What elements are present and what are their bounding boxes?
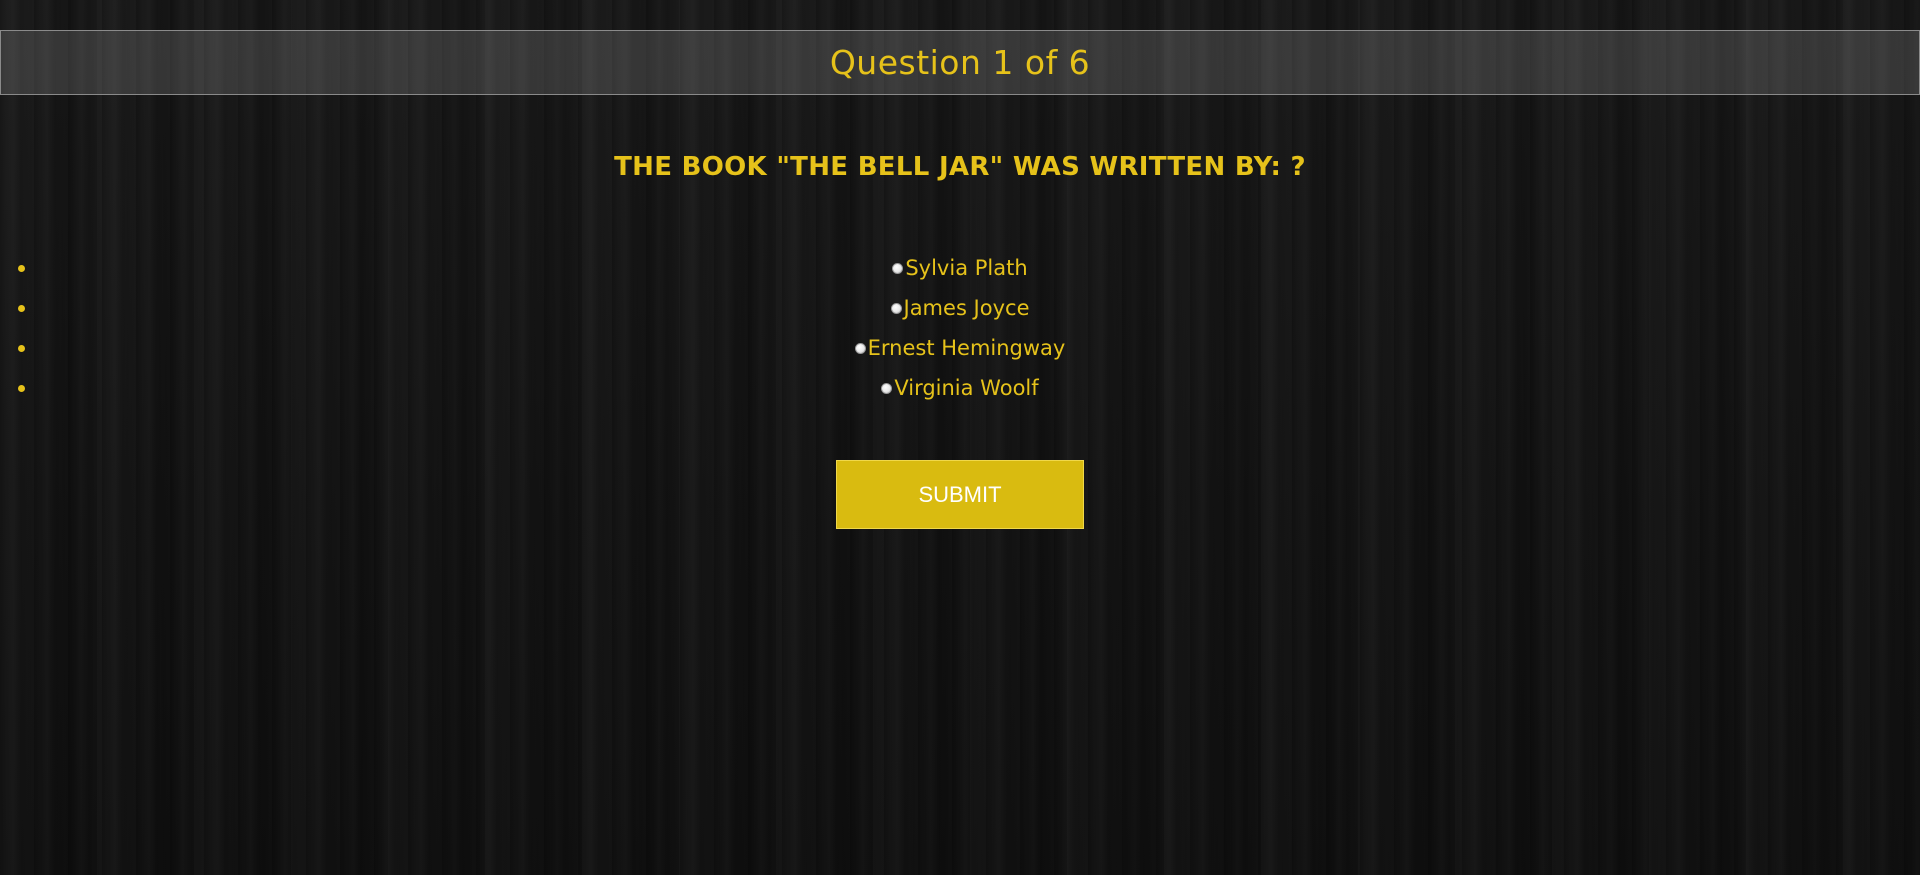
answer-option: James Joyce <box>0 288 1920 328</box>
answer-text[interactable]: Sylvia Plath <box>905 256 1027 280</box>
answer-radio-button[interactable] <box>881 382 893 394</box>
question-text: THE BOOK "THE BELL JAR" WAS WRITTEN BY: … <box>614 152 1306 182</box>
submit-button[interactable]: SUBMIT <box>836 460 1084 529</box>
answer-option-label[interactable]: Virginia Woolf <box>881 376 1039 400</box>
list-bullet-icon <box>18 305 25 312</box>
answer-option: Ernest Hemingway <box>0 328 1920 368</box>
list-bullet-icon <box>18 385 25 392</box>
question-progress-title: Question 1 of 6 <box>829 43 1091 82</box>
answer-option: Virginia Woolf <box>0 368 1920 408</box>
list-bullet-icon <box>18 345 25 352</box>
answer-option-label[interactable]: Sylvia Plath <box>892 256 1028 280</box>
answer-radio-button[interactable] <box>892 262 904 274</box>
answer-radio-button[interactable] <box>890 302 902 314</box>
answer-option-label[interactable]: James Joyce <box>890 296 1030 320</box>
answer-list: Sylvia Plath James Joyce Ernest Hemingwa… <box>0 248 1920 408</box>
answer-option-label[interactable]: Ernest Hemingway <box>854 336 1066 360</box>
answer-text[interactable]: James Joyce <box>904 296 1030 320</box>
answer-option: Sylvia Plath <box>0 248 1920 288</box>
list-bullet-icon <box>18 265 25 272</box>
question-progress-header: Question 1 of 6 <box>0 30 1920 95</box>
answer-text[interactable]: Ernest Hemingway <box>868 336 1066 360</box>
answer-text[interactable]: Virginia Woolf <box>894 376 1038 400</box>
answer-radio-button[interactable] <box>854 342 866 354</box>
